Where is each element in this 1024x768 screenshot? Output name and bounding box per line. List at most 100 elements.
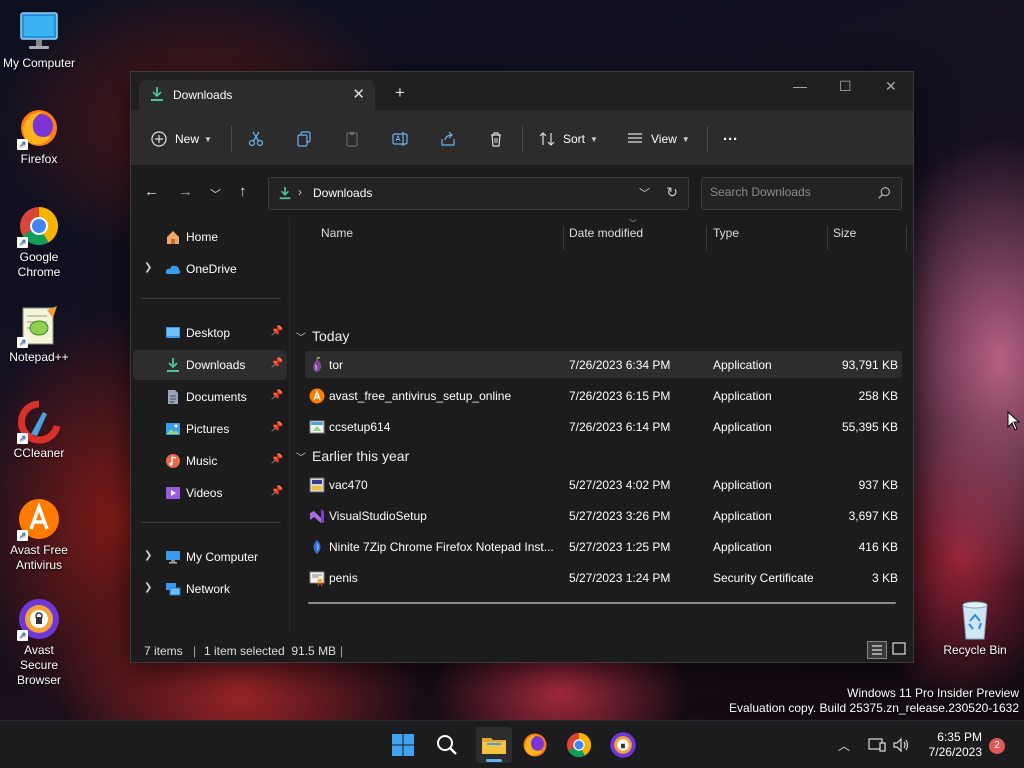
- shortcut-arrow-icon: ↗: [17, 630, 28, 641]
- desktop-icon-chrome[interactable]: ↗ Google Chrome: [0, 204, 78, 280]
- desktop-icon-notepadpp[interactable]: ↗ Notepad++: [0, 304, 78, 365]
- column-header-date[interactable]: Date modified: [569, 226, 643, 256]
- group-header[interactable]: ﹀ Earlier this year: [296, 448, 409, 464]
- file-size: 416 KB: [858, 540, 898, 554]
- search-button[interactable]: [433, 731, 461, 759]
- chevron-right-icon[interactable]: ❯: [144, 550, 152, 561]
- tab-downloads[interactable]: Downloads ✕: [139, 80, 375, 110]
- search-input[interactable]: [710, 185, 870, 199]
- minimize-button[interactable]: —: [793, 78, 807, 94]
- sidebar-item-my-computer[interactable]: ❯ My Computer: [133, 542, 287, 572]
- column-divider[interactable]: [827, 226, 828, 250]
- sidebar-item-videos[interactable]: Videos 📌: [133, 478, 287, 508]
- taskbar-file-explorer[interactable]: [476, 727, 512, 763]
- breadcrumb-downloads[interactable]: Downloads: [313, 186, 372, 200]
- taskbar-chrome[interactable]: [565, 731, 593, 759]
- more-options-button[interactable]: ···: [723, 128, 738, 150]
- file-date: 7/26/2023 6:15 PM: [569, 389, 671, 403]
- network-status-icon[interactable]: [868, 737, 886, 756]
- watermark-line: Windows 11 Pro Insider Preview: [847, 686, 1019, 700]
- column-header-type[interactable]: Type: [713, 226, 739, 256]
- column-divider[interactable]: [563, 226, 564, 250]
- file-name: penis: [329, 571, 358, 585]
- share-button[interactable]: [440, 128, 456, 150]
- refresh-icon[interactable]: ↻: [666, 184, 678, 201]
- pin-icon[interactable]: 📌: [271, 454, 283, 465]
- chevron-right-icon[interactable]: ❯: [144, 262, 152, 273]
- file-row[interactable]: penis 5/27/2023 1:24 PM Security Certifica…: [305, 564, 902, 591]
- breadcrumb-separator: ›: [298, 185, 302, 199]
- column-divider[interactable]: [906, 226, 907, 250]
- column-header-name[interactable]: Name: [321, 226, 353, 256]
- sidebar-item-documents[interactable]: Documents 📌: [133, 382, 287, 412]
- close-tab-icon[interactable]: ✕: [352, 85, 365, 103]
- sidebar-item-home[interactable]: Home: [133, 222, 287, 252]
- navigation-pane-splitter[interactable]: [289, 218, 290, 632]
- divider: [707, 126, 708, 152]
- desktop-icon-avast[interactable]: ↗ Avast Free Antivirus: [0, 497, 78, 573]
- pin-icon[interactable]: 📌: [271, 358, 283, 369]
- sidebar-item-network[interactable]: ❯ Network: [133, 574, 287, 604]
- notification-badge[interactable]: 2: [989, 738, 1005, 754]
- rename-button[interactable]: [392, 128, 408, 150]
- back-button[interactable]: ←: [144, 183, 159, 200]
- forward-button[interactable]: →: [178, 183, 193, 200]
- address-history-dropdown[interactable]: ﹀: [639, 185, 650, 201]
- desktop-icon-my-computer[interactable]: My Computer: [0, 10, 78, 71]
- sidebar-item-pictures[interactable]: Pictures 📌: [133, 414, 287, 444]
- search-box[interactable]: [701, 177, 902, 210]
- paste-button[interactable]: [344, 128, 360, 150]
- sidebar-item-downloads[interactable]: Downloads 📌: [133, 350, 287, 380]
- desktop-icon-label: Notepad++: [9, 350, 69, 364]
- volume-icon[interactable]: [892, 737, 910, 756]
- close-window-button[interactable]: ✕: [885, 78, 897, 95]
- pin-icon[interactable]: 📌: [271, 486, 283, 497]
- file-row[interactable]: tor 7/26/2023 6:34 PM Application 93,791 KB: [305, 351, 902, 378]
- maximize-button[interactable]: ☐: [839, 78, 852, 95]
- pin-icon[interactable]: 📌: [271, 422, 283, 433]
- new-tab-button[interactable]: +: [395, 84, 405, 101]
- desktop-icon-ccleaner[interactable]: ↗ CCleaner: [0, 400, 78, 461]
- file-date: 5/27/2023 1:24 PM: [569, 571, 671, 585]
- large-icons-view-button[interactable]: [891, 641, 907, 660]
- group-header[interactable]: ﹀ Today: [296, 328, 349, 344]
- column-divider[interactable]: [706, 226, 707, 250]
- trash-icon: [491, 132, 501, 147]
- desktop-icon-avast-browser[interactable]: ↗ Avast Secure Browser: [0, 597, 78, 688]
- details-view-button[interactable]: [867, 641, 887, 659]
- copy-button[interactable]: [296, 128, 312, 150]
- tor-icon: [309, 356, 325, 373]
- sidebar-item-label: Pictures: [186, 422, 230, 436]
- sidebar-item-desktop[interactable]: Desktop 📌: [133, 318, 287, 348]
- desktop-icon-firefox[interactable]: ↗ Firefox: [0, 106, 78, 167]
- recent-locations-button[interactable]: ﹀: [210, 186, 221, 202]
- system-clock[interactable]: 6:35 PM 7/26/2023: [929, 730, 982, 760]
- file-row[interactable]: ccsetup614 7/26/2023 6:14 PM Application 55…: [305, 413, 902, 440]
- address-field[interactable]: › Downloads ﹀ ↻: [268, 177, 689, 210]
- up-button[interactable]: ↑: [239, 183, 247, 200]
- cut-button[interactable]: [248, 128, 264, 150]
- pin-icon[interactable]: 📌: [271, 390, 283, 401]
- sidebar-item-onedrive[interactable]: ❯ OneDrive: [133, 254, 287, 284]
- column-header-size[interactable]: Size: [833, 226, 856, 256]
- new-button[interactable]: New ▼: [151, 128, 212, 150]
- sort-button[interactable]: Sort ▼: [539, 128, 598, 150]
- selection-info: 1 item selected 91.5 MB: [204, 644, 337, 658]
- file-type: Application: [713, 509, 772, 523]
- chevron-right-icon[interactable]: ❯: [144, 582, 152, 593]
- pin-icon[interactable]: 📌: [271, 326, 283, 337]
- file-row[interactable]: Ninite 7Zip Chrome Firefox Notepad Inst.…: [305, 533, 902, 560]
- horizontal-scrollbar[interactable]: [308, 602, 896, 604]
- view-button[interactable]: View ▼: [627, 128, 690, 150]
- file-row[interactable]: vac470 5/27/2023 4:02 PM Application 937 KB: [305, 471, 902, 498]
- file-row[interactable]: avast_free_antivirus_setup_online 7/26/20…: [305, 382, 902, 409]
- show-hidden-icons-button[interactable]: ︿: [838, 737, 850, 754]
- search-icon[interactable]: [878, 186, 891, 202]
- start-button[interactable]: [389, 731, 417, 759]
- taskbar-avast-browser[interactable]: [609, 731, 637, 759]
- sidebar-item-music[interactable]: Music 📌: [133, 446, 287, 476]
- file-row[interactable]: VisualStudioSetup 5/27/2023 3:26 PM Applic…: [305, 502, 902, 529]
- desktop-icon-recycle-bin[interactable]: Recycle Bin: [936, 597, 1014, 658]
- taskbar-firefox[interactable]: [521, 731, 549, 759]
- delete-button[interactable]: [488, 128, 504, 150]
